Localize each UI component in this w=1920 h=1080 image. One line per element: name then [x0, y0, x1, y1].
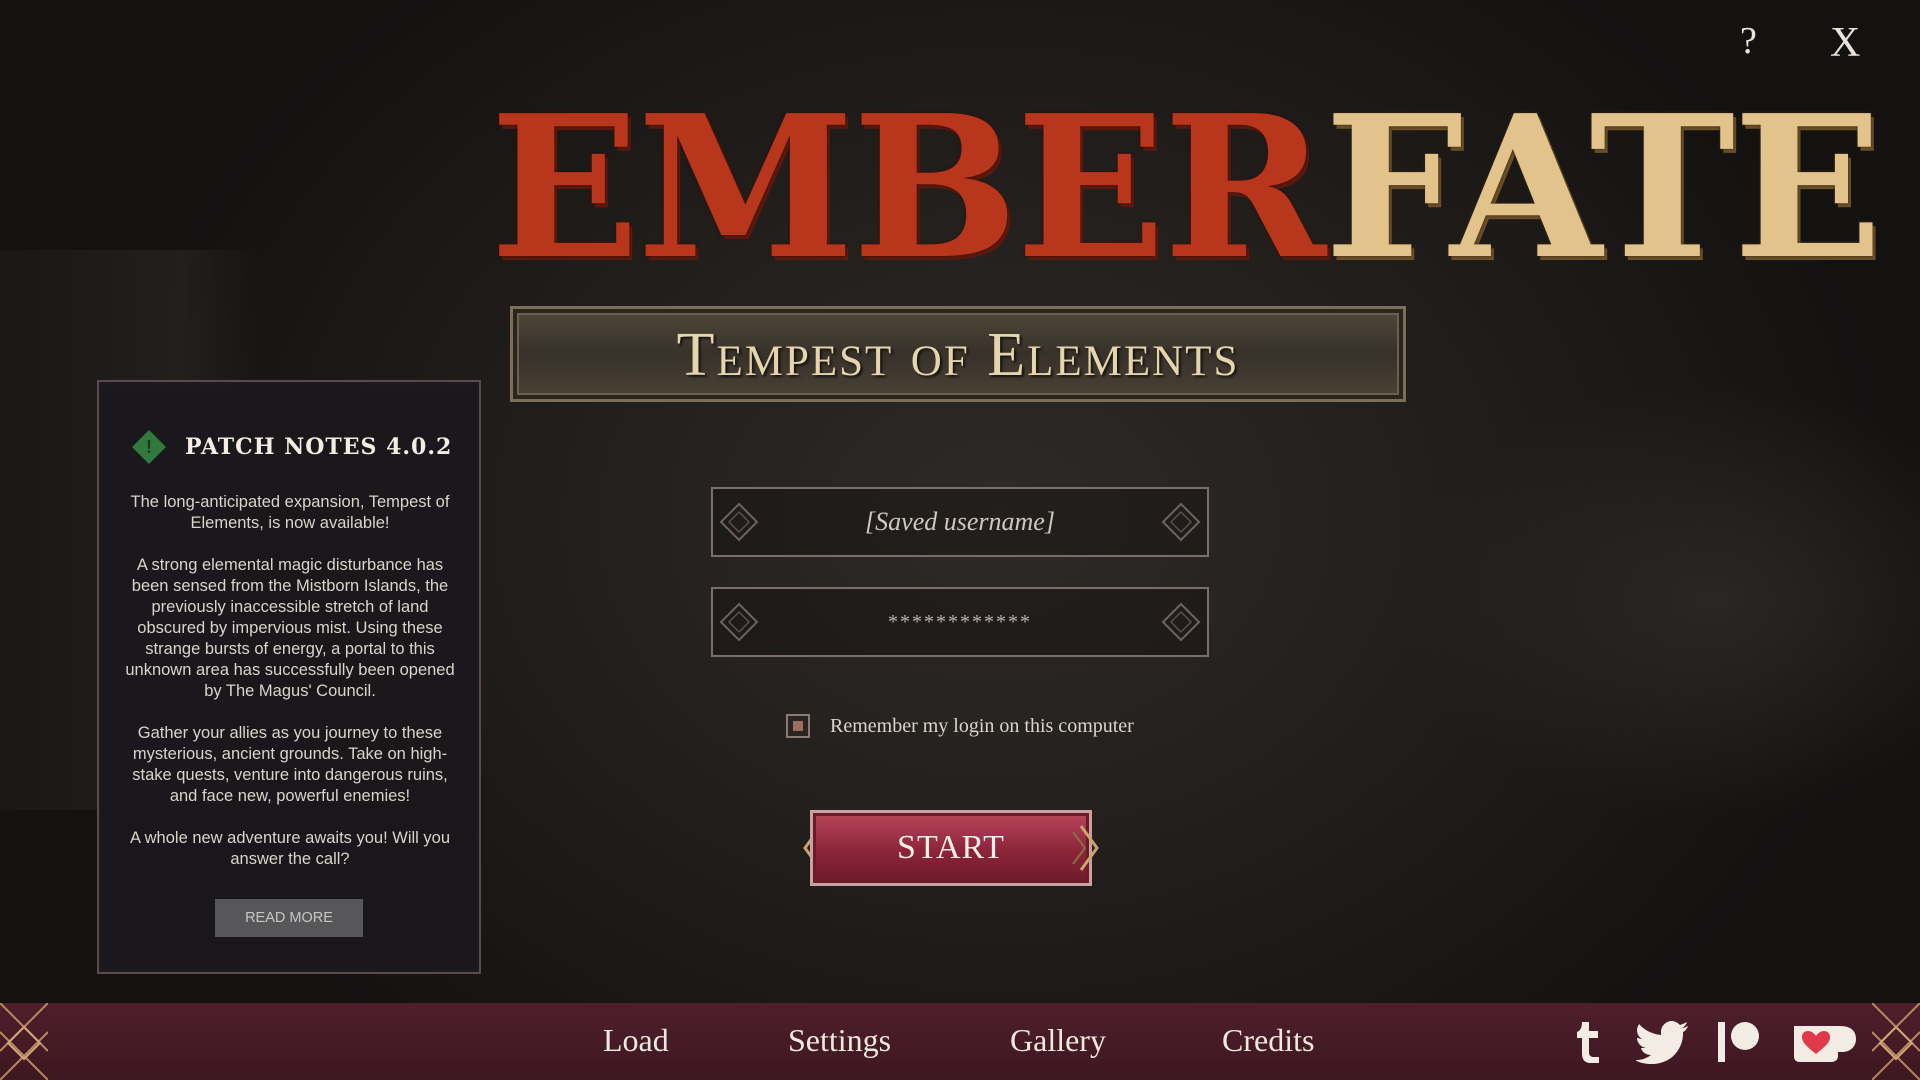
subtitle-text: Tempest of Elements: [676, 321, 1240, 389]
remember-login-label: Remember my login on this computer: [830, 714, 1134, 737]
diamond-ornament-icon: [719, 502, 759, 542]
patch-notes-paragraph: A strong elemental magic disturbance has…: [125, 556, 455, 700]
nav-gallery[interactable]: Gallery: [1010, 1022, 1106, 1059]
alert-diamond-icon: !: [132, 430, 166, 464]
bottom-nav-bar: [0, 1003, 1920, 1080]
remember-login-toggle[interactable]: Remember my login on this computer: [786, 714, 1134, 738]
patreon-icon[interactable]: [1716, 1020, 1762, 1064]
username-field-frame: [711, 487, 1209, 557]
help-button[interactable]: ?: [1740, 22, 1757, 60]
read-more-button[interactable]: READ MORE: [215, 899, 363, 937]
lattice-ornament-icon: [0, 1003, 48, 1080]
patch-notes-paragraph: A whole new adventure awaits you! Will y…: [129, 829, 451, 868]
patch-notes-title: PATCH NOTES 4.0.2: [185, 434, 453, 460]
kofi-icon[interactable]: [1792, 1020, 1858, 1064]
checkbox-checked-mark: [793, 721, 803, 731]
patch-notes-paragraph: Gather your allies as you journey to the…: [132, 724, 448, 805]
nav-load[interactable]: Load: [603, 1022, 669, 1059]
remember-login-checkbox[interactable]: [786, 714, 810, 738]
nav-settings[interactable]: Settings: [788, 1022, 891, 1059]
diamond-ornament-icon: [1161, 602, 1201, 642]
password-field-frame: [711, 587, 1209, 657]
logo-ember-text: EMBER: [490, 73, 1326, 303]
logo-fate-text: FATE: [1324, 73, 1882, 303]
nav-credits[interactable]: Credits: [1222, 1022, 1314, 1059]
chevron-ornament-icon: [1072, 825, 1099, 871]
username-input[interactable]: [788, 506, 1132, 538]
tumblr-icon[interactable]: [1573, 1020, 1603, 1064]
diamond-ornament-icon: [1161, 502, 1201, 542]
start-button[interactable]: START: [810, 810, 1092, 886]
patch-notes-panel: ! PATCH NOTES 4.0.2 The long-anticipated…: [97, 380, 481, 974]
patch-notes-body: The long-anticipated expansion, Tempest …: [125, 492, 455, 891]
background-tree-right: [1400, 380, 1920, 820]
twitter-icon[interactable]: [1636, 1020, 1690, 1064]
close-button[interactable]: X: [1830, 22, 1860, 64]
subtitle-plate: Tempest of Elements: [510, 306, 1406, 402]
password-input[interactable]: [788, 609, 1132, 635]
patch-notes-paragraph: The long-anticipated expansion, Tempest …: [130, 493, 450, 532]
lattice-ornament-icon: [1872, 1003, 1920, 1080]
diamond-ornament-icon: [719, 602, 759, 642]
patch-notes-header: ! PATCH NOTES 4.0.2: [132, 430, 453, 464]
game-logo: EMBERFATE: [490, 88, 1883, 298]
